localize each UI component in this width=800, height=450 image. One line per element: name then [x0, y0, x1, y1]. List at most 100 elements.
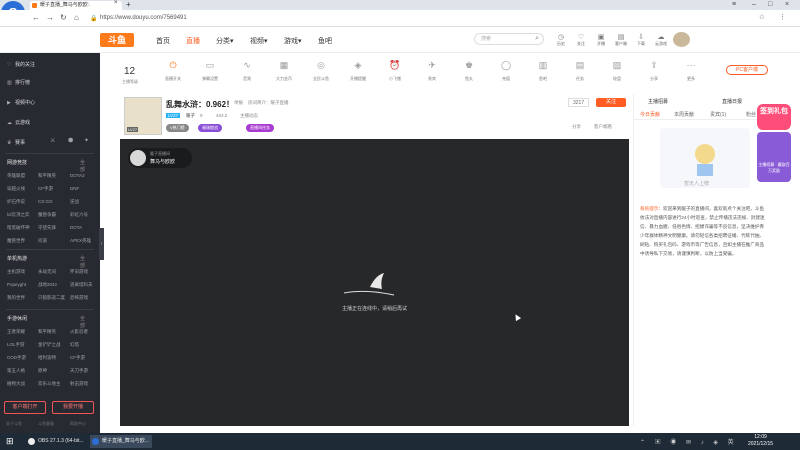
hot-rank-tag[interactable]: V热门榜 [166, 124, 189, 132]
footer-link[interactable]: 斗鱼客服 [38, 421, 54, 427]
sidebar-game-link[interactable]: 幻塔 [70, 342, 79, 348]
close-window-icon[interactable]: × [785, 0, 789, 10]
sidebar-game-link[interactable]: 和平精英 [38, 173, 56, 179]
sidebar-game-link[interactable]: 彩虹六号 [70, 212, 88, 218]
toolbar-item[interactable]: ⇪ 分享 [639, 60, 669, 82]
toolbar-item[interactable]: ▭ 弹幕设置 [195, 60, 225, 82]
toolbar-item[interactable]: ▦ 大力金币 [269, 60, 299, 82]
checkin-gift-ad[interactable]: 签到礼包 [757, 104, 791, 130]
sidebar-game-link[interactable]: Popeyght [7, 282, 26, 287]
sidebar-game-link[interactable]: 射击游戏 [70, 381, 88, 387]
windows-start-icon[interactable]: ⊞ [6, 436, 14, 447]
sidebar-game-link[interactable]: 我的世界 [7, 295, 25, 301]
reload-icon[interactable]: ↻ [60, 13, 67, 22]
sidebar-section-online[interactable]: 网游竞技 全部 [7, 159, 85, 173]
taskbar-obs[interactable]: OBS 27.1.3 (64-bit... [26, 435, 88, 448]
game-icon[interactable]: ⚔ [50, 137, 55, 144]
maximize-icon[interactable]: □ [768, 0, 772, 10]
pc-client-button[interactable]: PC客户端 [726, 65, 768, 75]
back-icon[interactable]: ← [32, 13, 40, 22]
follow-icon[interactable]: ♡ 关注 [570, 33, 592, 47]
section-all-link[interactable]: 全部 [80, 255, 85, 269]
toolbar-item[interactable]: ◈ 开播提醒 [343, 60, 373, 82]
sidebar-game-link[interactable]: 只狼影逝二度 [38, 295, 65, 301]
client-icon[interactable]: ▤ 客户端 [610, 33, 632, 47]
nav-game[interactable]: 游戏▾ [284, 36, 302, 46]
sidebar-game-link[interactable]: CF手游 [38, 186, 53, 192]
forward-icon[interactable]: → [46, 13, 54, 22]
browser-tab[interactable]: 暖子直播_舞马与欧欧： [30, 1, 122, 10]
toolbar-item[interactable]: ◯ 充值 [491, 60, 521, 82]
sidebar-game-link[interactable]: DOTA2 [70, 173, 85, 178]
home-icon[interactable]: ⌂ [74, 13, 79, 22]
history-icon[interactable]: ◷ 历史 [550, 33, 572, 47]
sidebar-game-link[interactable]: 恐怖游戏 [70, 295, 88, 301]
nav-category[interactable]: 分类▾ [216, 36, 234, 46]
toolbar-item[interactable]: ▨ 轮盘 [602, 60, 632, 82]
url-field[interactable]: https://www.douyu.com/7569491 [100, 13, 680, 24]
section-all-link[interactable]: 全部 [80, 159, 85, 173]
sidebar-game-link[interactable]: 哈利波特 [38, 355, 56, 361]
fanclub-tag[interactable]: 福瑞燃战 [198, 124, 222, 132]
start-live-button[interactable]: 我要开播 [52, 401, 94, 414]
taskbar-browser[interactable]: 暖子直播_舞马与欧... [90, 435, 152, 448]
sidebar-collapse-handle[interactable]: ‹ [99, 228, 104, 260]
sidebar-game-link[interactable]: 欢乐斗地主 [38, 381, 61, 387]
search-icon[interactable]: ⌕ [535, 34, 539, 44]
player-anchor-card[interactable]: 暖子直播间 舞马与欧欧 [128, 148, 192, 168]
nav-video[interactable]: 视频▾ [250, 36, 268, 46]
sidebar-game-link[interactable]: 英雄联盟 [7, 173, 25, 179]
toolbar-item[interactable]: ▤ 任务 [565, 60, 595, 82]
sidebar-game-link[interactable]: DNF [70, 186, 79, 191]
sidebar-game-link[interactable]: 暗黑破坏神 [7, 225, 30, 231]
sidebar-game-link[interactable]: 王者荣耀 [7, 329, 25, 335]
footer-link[interactable]: 关于斗鱼 [6, 421, 22, 427]
report-link[interactable]: 举报 [234, 100, 243, 106]
anchor-recruit-link[interactable]: 主播招募 [648, 98, 668, 105]
tab-today-contrib[interactable]: 今日贡献 [640, 111, 660, 118]
game-icon[interactable]: ⬢ [68, 137, 73, 144]
sidebar-game-link[interactable]: 天刀手游 [70, 368, 88, 374]
game-icon[interactable]: ✦ [84, 137, 89, 144]
sidebar-game-link[interactable]: 魔兽争霸 [38, 212, 56, 218]
browser-tools-icon[interactable]: ☆ ⋮ [759, 13, 792, 21]
tab-week-contrib[interactable]: 本周贡献 [674, 111, 694, 118]
open-live-icon[interactable]: ▣ 开播 [590, 33, 612, 47]
sidebar-game-link[interactable]: 主机游戏 [7, 269, 25, 275]
toolbar-item[interactable]: ♚ 鱼丸 [454, 60, 484, 82]
user-avatar[interactable] [673, 32, 690, 47]
nav-home[interactable]: 首页 [156, 36, 170, 46]
sidebar-item-rank[interactable]: ▥ 排行榜 [7, 79, 30, 86]
sidebar-game-link[interactable]: 永劫无间 [38, 269, 56, 275]
sidebar-item-match[interactable]: ♛ 赛事 [7, 139, 25, 146]
toolbar-item[interactable]: ✈ 贵宾 [417, 60, 447, 82]
footer-link[interactable]: 帮助中心 [70, 421, 86, 427]
open-client-button[interactable]: 客户端打开 [4, 401, 46, 414]
sidebar-item-follow[interactable]: ♡ 我的关注 [7, 61, 35, 68]
tab-vip[interactable]: 贵宾(1) [710, 111, 726, 118]
sidebar-game-link[interactable]: LOL手游 [7, 342, 25, 348]
toolbar-item[interactable]: ◎ 全民斗鱼 [306, 60, 336, 82]
sidebar-game-link[interactable]: 守望先锋 [38, 225, 56, 231]
sidebar-game-link[interactable]: 战地2042 [38, 282, 57, 288]
download-icon[interactable]: ⇩ 下载 [630, 33, 652, 47]
follow-button[interactable]: 关注 [596, 98, 626, 107]
recruit-ad[interactable]: 主播招募 · 赢取百万奖励 [757, 132, 791, 182]
anchor-name[interactable]: 暖子 [186, 113, 195, 119]
sidebar-game-link[interactable]: 火影忍者 [70, 329, 88, 335]
toolbar-item[interactable]: ▥ 鱼吧 [528, 60, 558, 82]
new-tab-icon[interactable]: + [126, 0, 131, 10]
share-link[interactable]: 分享 [572, 124, 581, 130]
sidebar-game-link[interactable]: COD手游 [7, 355, 26, 361]
section-all-link[interactable]: 全部 [80, 315, 85, 329]
menu-icon[interactable]: ≡ [732, 0, 736, 10]
sidebar-item-video[interactable]: ▶ 视频中心 [7, 99, 35, 106]
video-player[interactable]: 暖子直播间 舞马与欧欧 主播正在连线中，请稍后再试 [120, 139, 629, 426]
sidebar-game-link[interactable]: 第五人格 [7, 368, 25, 374]
live-daily-link[interactable]: 直播日报 [722, 98, 742, 105]
sidebar-game-link[interactable]: 炉石传说 [7, 199, 25, 205]
sidebar-game-link[interactable]: lol云顶之弈 [7, 212, 30, 218]
sidebar-item-cloud-game[interactable]: ☁ 云游戏 [7, 119, 30, 126]
nav-fishbar[interactable]: 鱼吧 [318, 36, 332, 46]
douyu-logo[interactable]: 斗鱼 [100, 33, 134, 47]
